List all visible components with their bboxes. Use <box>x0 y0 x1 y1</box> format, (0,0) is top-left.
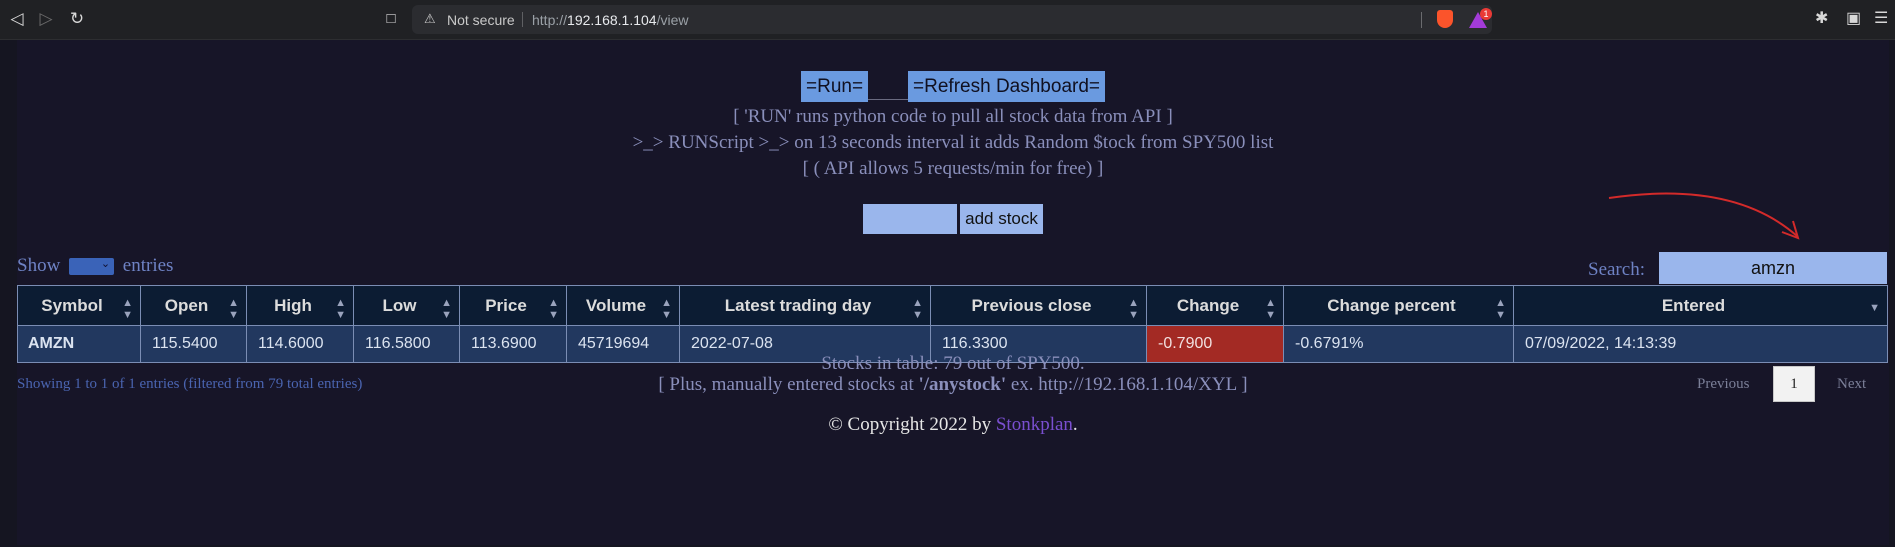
column-header-latest-trading-day[interactable]: Latest trading day ▲ ▼ <box>679 285 931 326</box>
column-header-label: Open <box>164 295 209 315</box>
sort-icon: ▲ ▼ <box>912 297 923 321</box>
red-arrow-annotation <box>1608 192 1800 240</box>
manual-note-prefix: [ Plus, manually entered stocks at <box>658 374 919 395</box>
column-header-previous-close[interactable]: Previous close ▲ ▼ <box>930 285 1147 326</box>
copyright-prefix: © Copyright 2022 by <box>828 414 996 435</box>
button-spacer <box>868 71 909 100</box>
column-header-entered[interactable]: Entered ▼ <box>1513 285 1888 326</box>
divider <box>1421 12 1422 28</box>
url-scheme: http:// <box>532 12 568 28</box>
url-text[interactable]: http://192.168.1.104/view <box>532 12 688 28</box>
sort-icon: ▲ ▼ <box>335 297 346 321</box>
column-header-change[interactable]: Change ▲ ▼ <box>1146 285 1284 326</box>
column-header-price[interactable]: Price ▲ ▼ <box>459 285 567 326</box>
manual-note-suffix: ex. http://192.168.1.104/XYL ] <box>1006 374 1248 395</box>
sort-icon: ▲ ▼ <box>122 297 133 321</box>
column-header-label: Change <box>1176 295 1240 315</box>
column-header-open[interactable]: Open ▲ ▼ <box>140 285 247 326</box>
warning-icon: ⚠ <box>424 11 436 26</box>
entries-select[interactable]: ⌄ <box>69 258 115 276</box>
sort-icon: ▲ ▼ <box>1265 297 1276 321</box>
sort-icon: ▲ ▼ <box>441 297 452 321</box>
column-header-high[interactable]: High ▲ ▼ <box>246 285 354 326</box>
show-label: Show <box>17 255 61 276</box>
browser-toolbar: ◁ ▷ ↻ □ ⚠ Not secure http://192.168.1.10… <box>0 0 1895 40</box>
action-buttons: =Run= =Refresh Dashboard= <box>17 71 1889 102</box>
copyright: © Copyright 2022 by Stonkplan. <box>17 414 1889 436</box>
sort-desc-icon: ▼ <box>1869 302 1880 314</box>
divider <box>522 12 523 27</box>
stocks-table: Symbol ▲ ▼ Open ▲ ▼ High ▲ ▼ Low ▲ ▼ Price ▲ ▼ Vol… <box>17 285 1888 363</box>
sort-icon: ▲ ▼ <box>661 297 672 321</box>
stonkplan-link[interactable]: Stonkplan <box>996 414 1073 435</box>
description-line-3: [ ( API allows 5 requests/min for free) … <box>802 158 1104 179</box>
menu-icon[interactable]: ☰ <box>1874 9 1888 29</box>
sort-icon: ▲ ▼ <box>228 297 239 321</box>
extensions-icon[interactable]: ✱ <box>1815 9 1828 29</box>
refresh-dashboard-button[interactable]: =Refresh Dashboard= <box>908 71 1105 102</box>
back-icon[interactable]: ◁ <box>6 8 28 30</box>
column-header-symbol[interactable]: Symbol ▲ ▼ <box>17 285 141 326</box>
column-header-label: Price <box>485 295 527 315</box>
url-path: /view <box>656 12 689 28</box>
chevron-down-icon: ⌄ <box>100 258 111 271</box>
column-header-label: Previous close <box>971 295 1092 315</box>
description-line-2: >_> RUNScript >_> on 13 seconds interval… <box>632 132 1274 153</box>
run-button[interactable]: =Run= <box>801 71 869 102</box>
column-header-label: High <box>274 295 312 315</box>
stocks-count: Stocks in table: 79 out of SPY500. <box>821 353 1085 374</box>
copyright-suffix: . <box>1072 414 1078 435</box>
column-header-change-percent[interactable]: Change percent ▲ ▼ <box>1283 285 1514 326</box>
stock-symbol-input[interactable] <box>863 204 958 234</box>
url-host: 192.168.1.104 <box>567 12 657 28</box>
brave-shields-icon[interactable] <box>1437 10 1453 28</box>
reload-icon[interactable]: ↻ <box>66 8 88 30</box>
brave-rewards-icon[interactable]: 1 <box>1469 8 1492 30</box>
entries-label: entries <box>122 255 174 276</box>
column-header-label: Latest trading day <box>724 295 872 315</box>
column-header-label: Low <box>382 295 417 315</box>
column-header-volume[interactable]: Volume ▲ ▼ <box>566 285 680 326</box>
forward-icon[interactable]: ▷ <box>35 8 57 30</box>
description-line-1: [ 'RUN' runs python code to pull all sto… <box>733 106 1173 127</box>
column-header-label: Volume <box>585 295 647 315</box>
column-header-low[interactable]: Low ▲ ▼ <box>353 285 460 326</box>
address-bar[interactable]: ⚠ Not secure http://192.168.1.104/view 1 <box>412 5 1492 34</box>
search-label: Search: <box>1588 259 1645 280</box>
anystock-route: '/anystock' <box>918 374 1007 395</box>
sort-icon: ▲ ▼ <box>1128 297 1139 321</box>
column-header-label: Change percent <box>1327 295 1456 315</box>
sort-icon: ▲ ▼ <box>1495 297 1506 321</box>
entries-length-control: Show ⌄ entries <box>17 255 173 277</box>
column-header-label: Entered <box>1661 295 1726 315</box>
rewards-badge: 1 <box>1480 8 1492 20</box>
manual-stocks-note: [ Plus, manually entered stocks at '/any… <box>17 374 1889 396</box>
wallet-icon[interactable]: ▣ <box>1846 9 1861 29</box>
table-header-row: Symbol ▲ ▼ Open ▲ ▼ High ▲ ▼ Low ▲ ▼ Price ▲ ▼ Vol… <box>17 285 1888 326</box>
column-header-label: Symbol <box>41 295 103 315</box>
dashboard-page: =Run= =Refresh Dashboard= [ 'RUN' runs py… <box>17 40 1889 545</box>
sort-icon: ▲ ▼ <box>548 297 559 321</box>
security-label: Not secure <box>447 12 515 28</box>
bookmark-icon[interactable]: □ <box>380 8 402 30</box>
add-stock-button[interactable]: add stock <box>960 204 1043 234</box>
search-input[interactable]: amzn <box>1659 252 1887 284</box>
